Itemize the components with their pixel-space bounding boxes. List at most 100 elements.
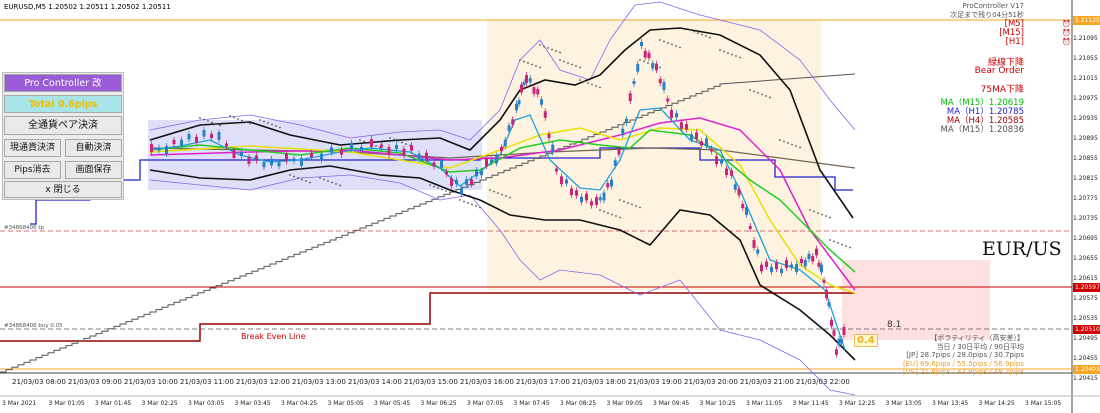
candle-body [666, 98, 670, 102]
candle-body [815, 248, 818, 256]
sar-dot [761, 93, 763, 96]
candle-body [756, 249, 760, 254]
bottom-axis-label: 3 Mar 13:05 [885, 400, 922, 407]
candle-body [425, 152, 428, 160]
candle-body [585, 193, 588, 201]
sar-dot [731, 53, 733, 56]
sar-dot [615, 215, 617, 217]
ma-h4-line [0, 292, 855, 342]
sar-dot [701, 33, 703, 36]
candle-body [820, 264, 823, 273]
bottom-axis-label: 3 Mar 01:45 [95, 400, 132, 407]
candle-body [803, 259, 807, 267]
sar-dot [433, 185, 435, 188]
candle-body [825, 290, 828, 298]
sar-dot [555, 50, 557, 52]
candle-body [232, 150, 236, 158]
candle-body [590, 201, 593, 206]
save-screen-button[interactable]: 画面保存 [65, 161, 122, 179]
sar-dot [599, 209, 601, 211]
order-tp-label: #34868406 tp [4, 225, 44, 231]
price-axis-label: 1.20455 [1073, 355, 1098, 362]
candle-body [795, 264, 798, 272]
sar-dot [267, 122, 269, 124]
sar-dot [527, 62, 529, 64]
bottom-axis-label: 3 Mar 06:25 [420, 400, 457, 407]
price-axis-label: 1.21015 [1073, 75, 1098, 82]
candle-body [525, 75, 528, 83]
sar-dot [547, 47, 549, 49]
bottom-axis-label: 3 Mar 03:05 [188, 400, 225, 407]
candle-body [511, 119, 515, 125]
candle-body [811, 256, 815, 262]
sar-dot [497, 192, 499, 194]
time-axis-label: 21/03/03 17:00 [516, 378, 570, 386]
alarm-icon-m5[interactable]: ⏰ [1062, 20, 1071, 28]
auto-close-button[interactable]: 自動決済 [65, 139, 122, 157]
candle-body [515, 103, 518, 111]
candle-body [730, 170, 733, 176]
sar-dot [445, 190, 447, 192]
price-axis-label: 1.20695 [1073, 235, 1098, 242]
sar-dot [583, 80, 585, 83]
candle-body [800, 258, 803, 264]
sar-dot [749, 89, 751, 91]
london-session-box [487, 20, 821, 290]
time-axis-label: 21/03/03 16:00 [460, 378, 514, 386]
sar-dot [459, 199, 461, 201]
candle-body [658, 78, 662, 84]
sar-dot [727, 52, 729, 54]
clear-pips-button[interactable]: Pips消去 [4, 161, 61, 179]
time-axis-label: 21/03/03 09:00 [68, 378, 122, 386]
sar-dot [705, 35, 707, 37]
candle-body [580, 196, 583, 203]
sar-dot [693, 30, 695, 33]
target-zone-box [842, 260, 990, 340]
candle-body [745, 207, 748, 215]
sar-dot [323, 178, 325, 181]
price-tag-level: 1.20597 [1073, 283, 1100, 292]
time-axis-label: 21/03/03 22:00 [796, 378, 850, 386]
bottom-axis-label: 3 Mar 10:25 [699, 400, 736, 407]
sar-dot [335, 183, 337, 185]
panel-title[interactable]: Pro Controller 改 [4, 74, 122, 92]
sar-dot [753, 90, 755, 93]
time-axis-label: 21/03/03 21:00 [740, 378, 794, 386]
candle-body [700, 141, 703, 146]
symbol-header: EURUSD,M5 1.20502 1.20511 1.20502 1.2051… [4, 3, 171, 11]
candle-body [410, 145, 413, 151]
sar-dot [595, 85, 597, 87]
candle-body [445, 171, 448, 175]
candle-body [832, 330, 836, 336]
sar-dot [739, 56, 741, 59]
sar-dot [489, 189, 491, 191]
sar-dot [441, 188, 443, 191]
candle-body [485, 158, 488, 167]
candle-body [432, 162, 436, 167]
candle-body [560, 176, 563, 185]
bottom-axis-label: 3 Mar 09:05 [606, 400, 643, 407]
sar-dot [769, 96, 771, 99]
sar-dot [689, 29, 691, 31]
sar-dot [241, 119, 243, 122]
candle-body [217, 132, 221, 140]
candle-body [150, 144, 153, 152]
candle-body [247, 157, 251, 164]
time-axis-label: 21/03/03 08:00 [12, 378, 66, 386]
sar-dot [849, 246, 851, 249]
close-all-pairs-button[interactable]: 全通貨ペア決済 [4, 116, 122, 135]
candle-body [255, 155, 258, 161]
timer-title: ProController V17 [962, 2, 1024, 10]
candle-body [300, 158, 303, 166]
bottom-axis-label: 3 Mar 05:05 [327, 400, 364, 407]
bottom-axis-label: 3 Mar 12:25 [839, 400, 876, 407]
price-axis-label: 1.20815 [1073, 175, 1098, 182]
candle-body [565, 179, 568, 184]
close-current-pair-button[interactable]: 現通貨決済 [4, 139, 61, 157]
close-panel-button[interactable]: x 閉じる [4, 181, 122, 198]
sar-dot [263, 120, 265, 123]
alarm-icon-m15[interactable]: ⏰ [1062, 29, 1071, 37]
candle-body [610, 179, 613, 187]
alarm-icon-h1[interactable]: ⏰ [1062, 38, 1071, 46]
candle-body [195, 136, 198, 143]
